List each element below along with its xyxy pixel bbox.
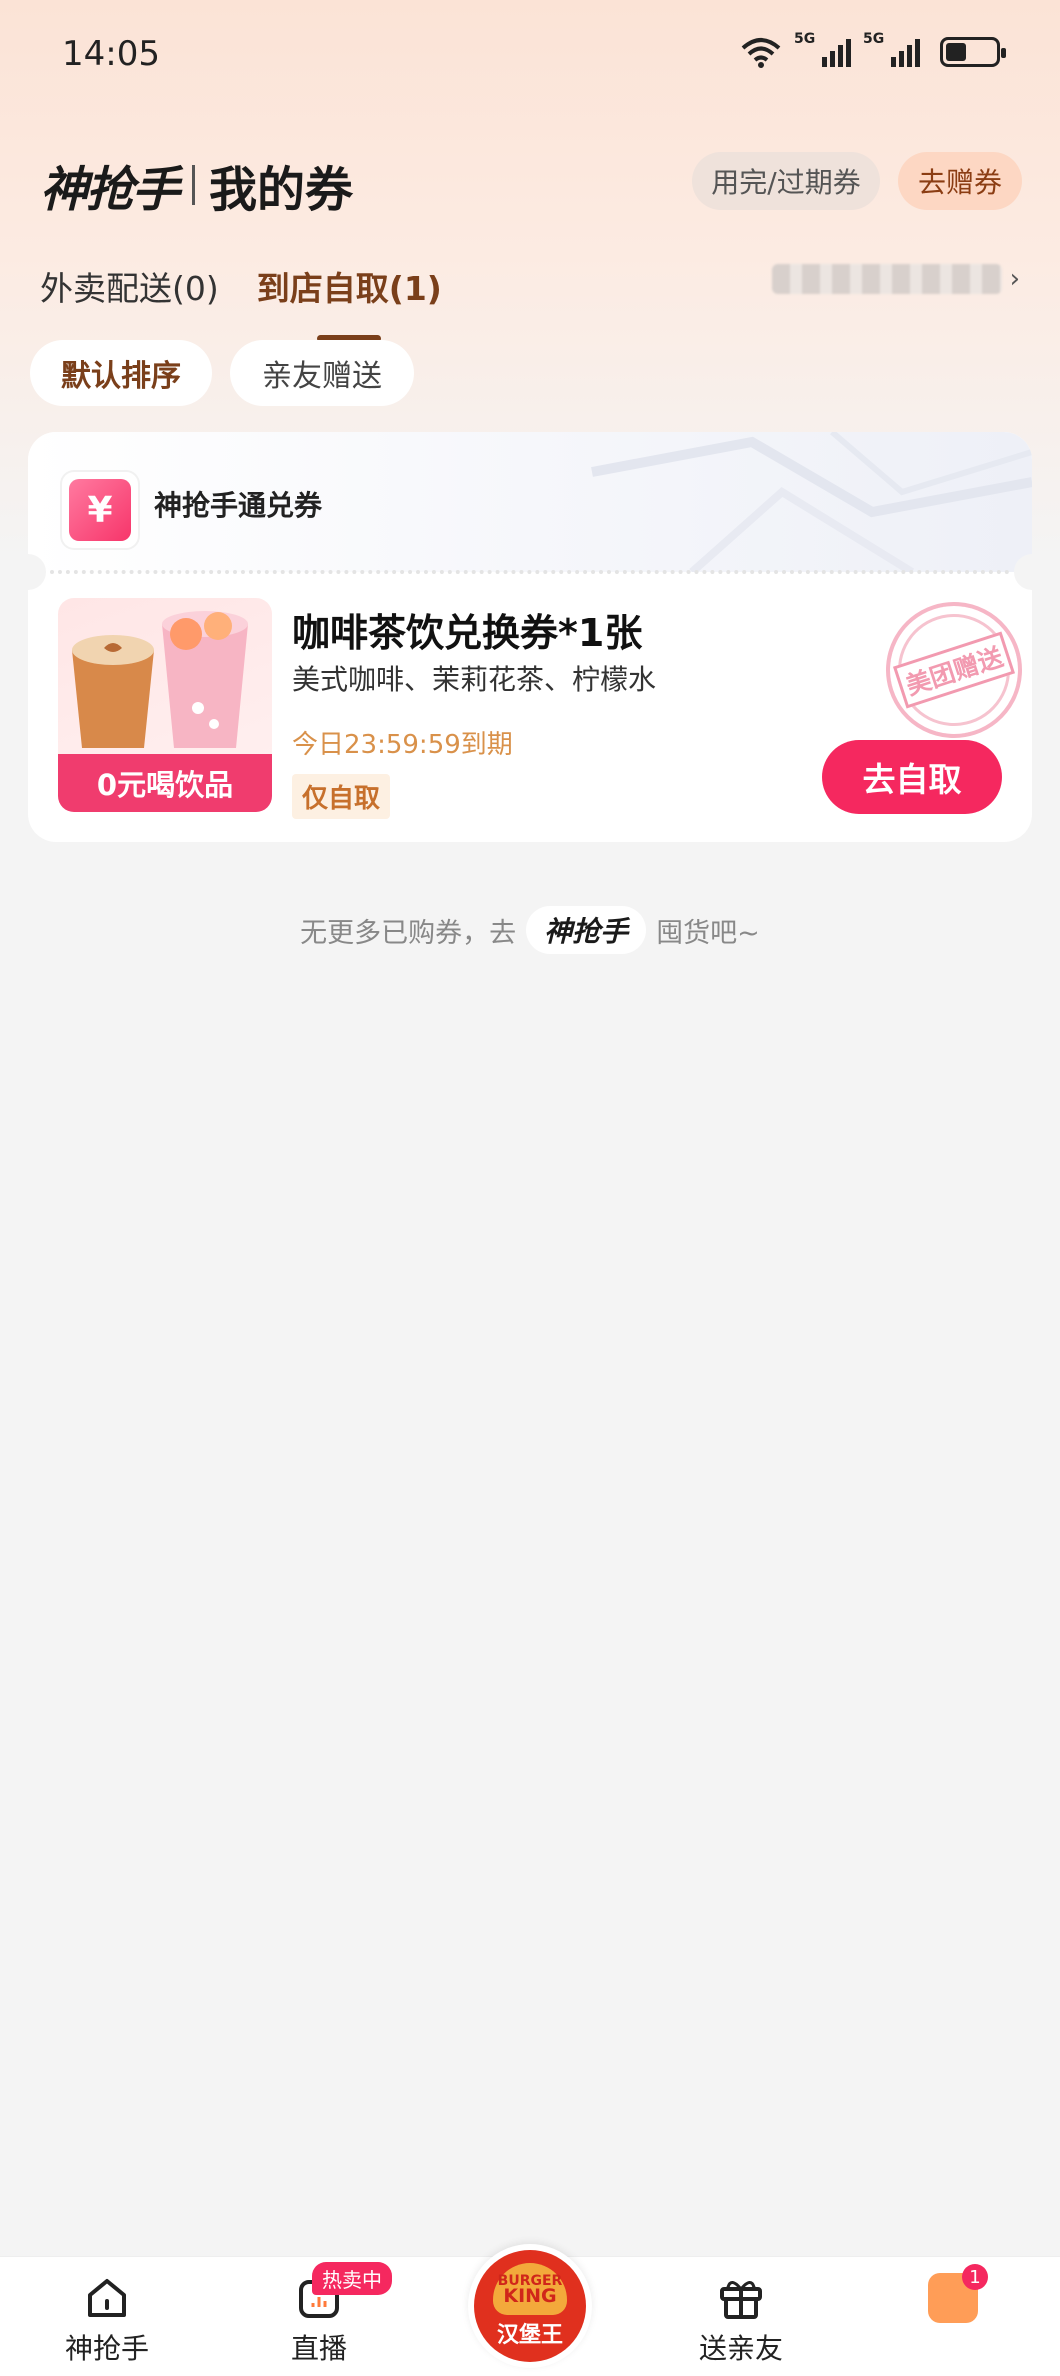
- location-selector[interactable]: ›: [771, 264, 1020, 294]
- brand-logo: 神抢手: [40, 162, 180, 218]
- battery-icon: [940, 37, 1006, 67]
- nav-home[interactable]: 神抢手: [27, 2273, 187, 2367]
- stamp-text: 美团赠送: [892, 631, 1016, 709]
- burger-king-tab[interactable]: BURGER KING 汉堡王: [468, 2244, 592, 2368]
- pickup-only-tag: 仅自取: [292, 774, 391, 819]
- tab-pickup[interactable]: 到店自取(1): [257, 262, 442, 342]
- nav-friend-label: 送亲友: [698, 2332, 783, 2365]
- blurred-location-text: [771, 264, 1002, 294]
- gift-coupon-button[interactable]: 去赠券: [898, 152, 1022, 210]
- yuan-icon: ¥: [62, 472, 138, 548]
- status-icons: 5G 5G: [740, 31, 1006, 68]
- notification-badge: 1: [962, 2264, 988, 2290]
- burger-king-label: 汉堡王: [496, 2323, 563, 2348]
- hot-selling-badge: 热卖中: [312, 2262, 392, 2295]
- signal-sim1-icon: 5G: [794, 31, 851, 67]
- signal-sim2-icon: 5G: [863, 31, 920, 67]
- coupon-description: 美式咖啡、茉莉花茶、柠檬水: [292, 663, 657, 696]
- coupon-tabs: 外卖配送(0) 到店自取(1): [40, 262, 442, 342]
- status-time: 14:05: [62, 34, 160, 74]
- wifi-icon: [741, 38, 781, 68]
- coupon-card[interactable]: ¥ 神抢手通兑券 0元喝饮品 咖啡茶饮兑换券*1张 美式咖啡、茉莉花茶、柠檬水 …: [28, 432, 1032, 842]
- coupon-expiry: 今日23:59:59到期: [292, 730, 513, 760]
- tab-delivery[interactable]: 外卖配送(0): [40, 262, 219, 310]
- filter-default-sort[interactable]: 默认排序: [30, 340, 212, 406]
- note-brand-logo[interactable]: 神抢手: [526, 906, 647, 954]
- coupon-category: 神抢手通兑券: [154, 489, 323, 522]
- page-header: 神抢手 我的券: [40, 150, 353, 220]
- product-image: 0元喝饮品: [58, 598, 272, 812]
- page-title: 我的券: [209, 162, 354, 218]
- coupon-title: 咖啡茶饮兑换券*1张: [292, 611, 643, 655]
- header-divider: [192, 165, 196, 205]
- meituan-gift-stamp: 美团赠送: [868, 584, 1032, 756]
- filter-friend-gift[interactable]: 亲友赠送: [230, 340, 414, 406]
- nav-live-label: 直播: [290, 2332, 347, 2365]
- product-image-label: 0元喝饮品: [58, 754, 272, 812]
- burger-king-logo: BURGER KING 汉堡王: [474, 2250, 586, 2362]
- note-suffix: 囤货吧~: [656, 917, 760, 949]
- gift-icon: [720, 2281, 762, 2319]
- nav-home-label: 神抢手: [64, 2332, 149, 2365]
- home-icon: [88, 2279, 126, 2317]
- nav-send-friend[interactable]: 送亲友: [661, 2273, 821, 2367]
- perforation-divider: [28, 554, 1032, 590]
- map-pattern-decoration: [591, 432, 1032, 572]
- go-pickup-button[interactable]: 去自取: [822, 740, 1002, 814]
- burger-king-icon: BURGER KING: [493, 2263, 567, 2315]
- chevron-right-icon: ›: [1009, 264, 1020, 294]
- note-prefix: 无更多已购券，去: [300, 917, 517, 949]
- status-bar: 14:05 5G 5G: [0, 0, 1060, 110]
- nav-mine[interactable]: [873, 2273, 1033, 2323]
- expired-coupons-button[interactable]: 用完/过期券: [692, 152, 880, 210]
- no-more-coupons-note: 无更多已购券，去 神抢手 囤货吧~: [0, 906, 1060, 954]
